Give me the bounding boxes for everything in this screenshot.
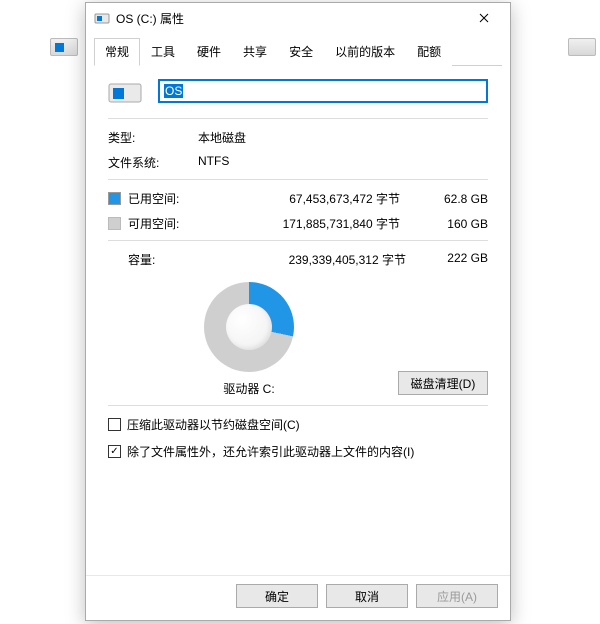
drive-icon xyxy=(94,10,110,26)
compress-checkbox[interactable] xyxy=(108,418,121,431)
volume-name-text: OS xyxy=(164,84,183,98)
capacity-gb: 222 GB xyxy=(424,251,488,268)
tab-previous[interactable]: 以前的版本 xyxy=(324,38,406,66)
free-bytes: 171,885,731,840 字节 xyxy=(214,215,418,232)
filesystem-value: NTFS xyxy=(198,154,488,171)
type-label: 类型: xyxy=(108,129,198,146)
used-gb: 62.8 GB xyxy=(424,192,488,206)
general-tab-content: OS 类型: 本地磁盘 文件系统: NTFS 已用空间: 67,453,673,… xyxy=(86,66,510,575)
index-label: 除了文件属性外，还允许索引此驱动器上文件的内容(I) xyxy=(127,443,414,460)
free-gb: 160 GB xyxy=(424,217,488,231)
tab-quota[interactable]: 配额 xyxy=(406,38,452,66)
tab-sharing[interactable]: 共享 xyxy=(232,38,278,66)
capacity-bytes: 239,339,405,312 字节 xyxy=(202,251,424,268)
divider xyxy=(108,179,488,180)
background-drive-icon-right xyxy=(568,38,598,60)
disk-cleanup-button[interactable]: 磁盘清理(D) xyxy=(398,371,488,395)
cancel-button[interactable]: 取消 xyxy=(326,584,408,608)
tab-hardware[interactable]: 硬件 xyxy=(186,38,232,66)
used-swatch xyxy=(108,192,121,205)
volume-name-input[interactable]: OS xyxy=(158,79,488,103)
dialog-button-row: 确定 取消 应用(A) xyxy=(86,575,510,620)
background-drive-icon-left xyxy=(50,38,80,60)
tab-general[interactable]: 常规 xyxy=(94,38,140,66)
drive-letter-label: 驱动器 C: xyxy=(223,380,274,397)
used-bytes: 67,453,673,472 字节 xyxy=(214,190,418,207)
type-value: 本地磁盘 xyxy=(198,129,488,146)
compress-label: 压缩此驱动器以节约磁盘空间(C) xyxy=(127,416,300,433)
free-label: 可用空间: xyxy=(128,215,208,232)
usage-donut-chart xyxy=(204,282,294,372)
tab-strip: 常规 工具 硬件 共享 安全 以前的版本 配额 xyxy=(94,37,502,66)
window-title: OS (C:) 属性 xyxy=(116,10,464,27)
index-checkbox[interactable] xyxy=(108,445,121,458)
filesystem-label: 文件系统: xyxy=(108,154,198,171)
titlebar[interactable]: OS (C:) 属性 xyxy=(86,3,510,33)
free-swatch xyxy=(108,217,121,230)
capacity-label: 容量: xyxy=(108,251,202,268)
divider xyxy=(108,240,488,241)
used-label: 已用空间: xyxy=(128,190,208,207)
close-button[interactable] xyxy=(464,4,504,32)
properties-dialog: OS (C:) 属性 常规 工具 硬件 共享 安全 以前的版本 配额 OS xyxy=(85,2,511,621)
ok-button[interactable]: 确定 xyxy=(236,584,318,608)
divider xyxy=(108,118,488,119)
volume-icon xyxy=(108,78,142,104)
apply-button[interactable]: 应用(A) xyxy=(416,584,498,608)
tab-security[interactable]: 安全 xyxy=(278,38,324,66)
tab-tools[interactable]: 工具 xyxy=(140,38,186,66)
divider xyxy=(108,405,488,406)
